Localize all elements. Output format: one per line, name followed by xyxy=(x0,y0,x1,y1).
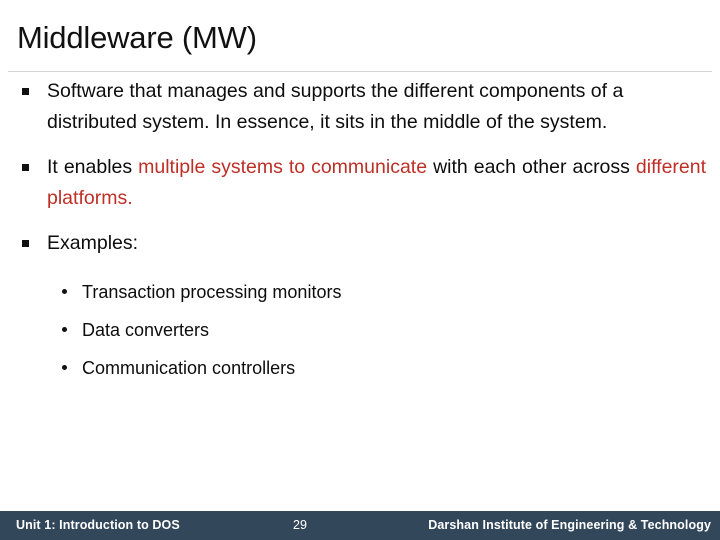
square-bullet-icon xyxy=(22,164,29,171)
bullet-text-highlight-communicate: multiple systems to communicate xyxy=(138,156,428,178)
footer-page-number: 29 xyxy=(293,518,307,532)
bullet-line-1: Software that manages and supports the d… xyxy=(47,80,608,102)
square-bullet-icon xyxy=(22,88,29,95)
dot-bullet-icon xyxy=(62,289,67,294)
sub-bullet-item-data-converters: Data converters xyxy=(0,311,720,349)
footer-unit-label: Unit 1: Introduction to DOS xyxy=(16,518,180,532)
presentation-slide: Middleware (MW) Software that manages an… xyxy=(0,0,720,540)
footer-institute-label: Darshan Institute of Engineering & Techn… xyxy=(428,518,711,532)
bullet-text-mid: with each other xyxy=(433,156,567,178)
slide-body: Software that manages and supports the d… xyxy=(0,76,720,506)
title-divider xyxy=(8,71,712,72)
sub-bullet-item-transaction: Transaction processing monitors xyxy=(0,273,720,311)
slide-footer: Unit 1: Introduction to DOS 29 Darshan I… xyxy=(0,511,720,540)
sub-bullet-item-communication: Communication controllers xyxy=(0,349,720,387)
square-bullet-icon xyxy=(22,240,29,247)
bullet-item-enables: It enables multiple systems to communica… xyxy=(0,152,720,214)
dot-bullet-icon xyxy=(62,327,67,332)
page-title: Middleware (MW) xyxy=(17,20,257,55)
bullet-item-examples: Examples: xyxy=(0,228,720,259)
bullet-item-software: Software that manages and supports the d… xyxy=(0,76,720,138)
sub-bullet-label: Transaction processing monitors xyxy=(82,282,342,302)
dot-bullet-icon xyxy=(62,365,67,370)
sub-bullet-label: Data converters xyxy=(82,320,210,340)
bullet-text-post: across xyxy=(572,156,630,178)
slide-title-area: Middleware (MW) xyxy=(0,0,720,74)
bullet-text-pre: It enables xyxy=(47,156,133,178)
sub-bullet-label: Communication controllers xyxy=(82,358,296,378)
bullet-label-examples: Examples: xyxy=(47,232,139,254)
